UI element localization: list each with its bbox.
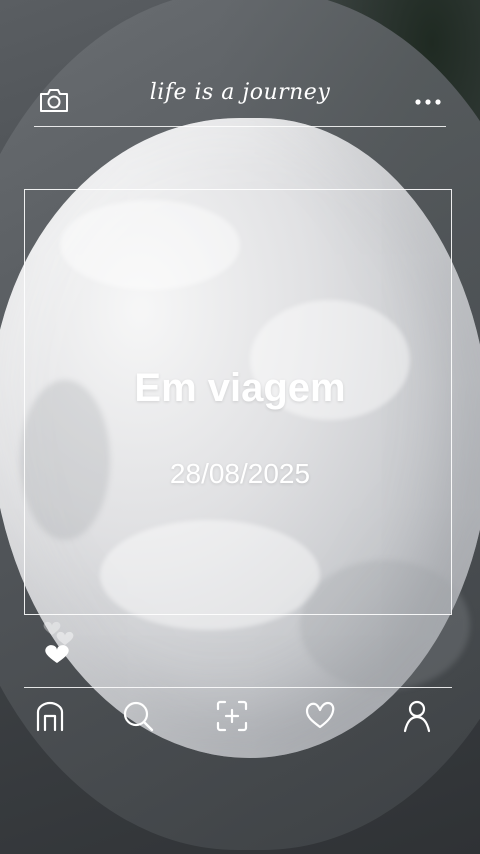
card-title: Em viagem bbox=[134, 366, 346, 410]
profile-icon bbox=[403, 700, 431, 733]
header: life is a journey bbox=[0, 0, 480, 128]
hearts-icon bbox=[43, 621, 74, 663]
search-icon bbox=[123, 701, 154, 732]
nav-profile[interactable] bbox=[398, 698, 434, 734]
like-button[interactable] bbox=[38, 608, 82, 670]
card-date: 28/08/2025 bbox=[169, 458, 311, 489]
screen: life is a journey Em viagem 28/08/2025 bbox=[0, 0, 480, 854]
app-title: life is a journey bbox=[149, 80, 331, 105]
camera-icon bbox=[40, 89, 68, 112]
nav-likes[interactable] bbox=[302, 698, 338, 734]
home-icon bbox=[36, 701, 64, 732]
more-horizontal-icon bbox=[415, 99, 441, 105]
nav-divider bbox=[24, 687, 452, 688]
more-button[interactable] bbox=[412, 92, 444, 112]
add-photo-icon bbox=[216, 700, 248, 732]
nav-home[interactable] bbox=[32, 698, 68, 734]
nav-search[interactable] bbox=[120, 698, 156, 734]
nav-add-photo[interactable] bbox=[214, 698, 250, 734]
camera-button[interactable] bbox=[38, 86, 70, 114]
heart-icon bbox=[305, 701, 335, 729]
header-divider bbox=[34, 126, 446, 127]
